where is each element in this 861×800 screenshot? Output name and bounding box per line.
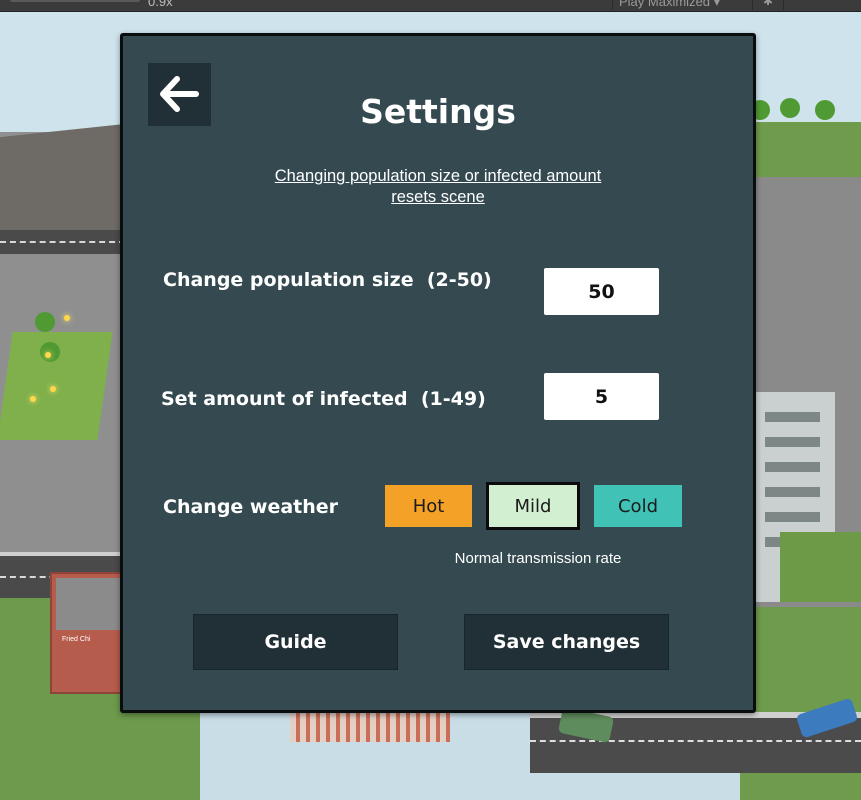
reset-notice-line2: resets scene: [391, 188, 485, 206]
editor-toolbar: 0.9x Play Maximized ▾ ✱: [0, 0, 861, 12]
road-left-upper: [0, 230, 125, 254]
park-right: [752, 132, 822, 182]
scale-label: 0.9x: [148, 0, 173, 9]
shop-awning: [290, 712, 450, 742]
street-lamp: [64, 315, 70, 321]
population-size-label: Change population size (2-50): [163, 269, 492, 291]
play-maximized-label: Play Maximized: [619, 0, 711, 9]
window: [765, 512, 820, 522]
restaurant-roof: [56, 578, 126, 630]
grass-right-lower: [780, 532, 861, 602]
bug-icon[interactable]: ✱: [752, 0, 784, 10]
street-lamp: [45, 352, 51, 358]
street-lamp: [30, 396, 36, 402]
infected-amount-input[interactable]: [544, 373, 659, 420]
scale-slider[interactable]: [10, 0, 140, 2]
window: [765, 487, 820, 497]
weather-cold-button[interactable]: Cold: [594, 485, 682, 527]
restaurant-sign: Fried Chi: [62, 636, 91, 643]
rooftop-left: [0, 122, 135, 248]
infected-amount-label: Set amount of infected (1-49): [161, 388, 486, 410]
population-size-input[interactable]: [544, 268, 659, 315]
window: [765, 412, 820, 422]
reset-notice-link[interactable]: Changing population size or infected amo…: [233, 166, 643, 208]
weather-mild-button[interactable]: Mild: [486, 482, 580, 530]
weather-hot-button[interactable]: Hot: [385, 485, 472, 527]
chevron-down-icon: ▾: [713, 0, 721, 9]
reset-notice-line1: Changing population size or infected amo…: [274, 167, 602, 185]
window: [765, 462, 820, 472]
settings-panel: Settings Changing population size or inf…: [120, 33, 756, 713]
play-maximized-dropdown[interactable]: Play Maximized ▾: [612, 0, 759, 10]
page-title: Settings: [360, 92, 516, 131]
street-lamp: [50, 386, 56, 392]
tree: [35, 312, 55, 332]
save-changes-button[interactable]: Save changes: [464, 614, 669, 670]
window: [765, 437, 820, 447]
weather-label: Change weather: [163, 496, 339, 518]
tree: [780, 98, 800, 118]
tree: [815, 100, 835, 120]
guide-button[interactable]: Guide: [193, 614, 398, 670]
weather-description: Normal transmission rate: [454, 550, 622, 567]
